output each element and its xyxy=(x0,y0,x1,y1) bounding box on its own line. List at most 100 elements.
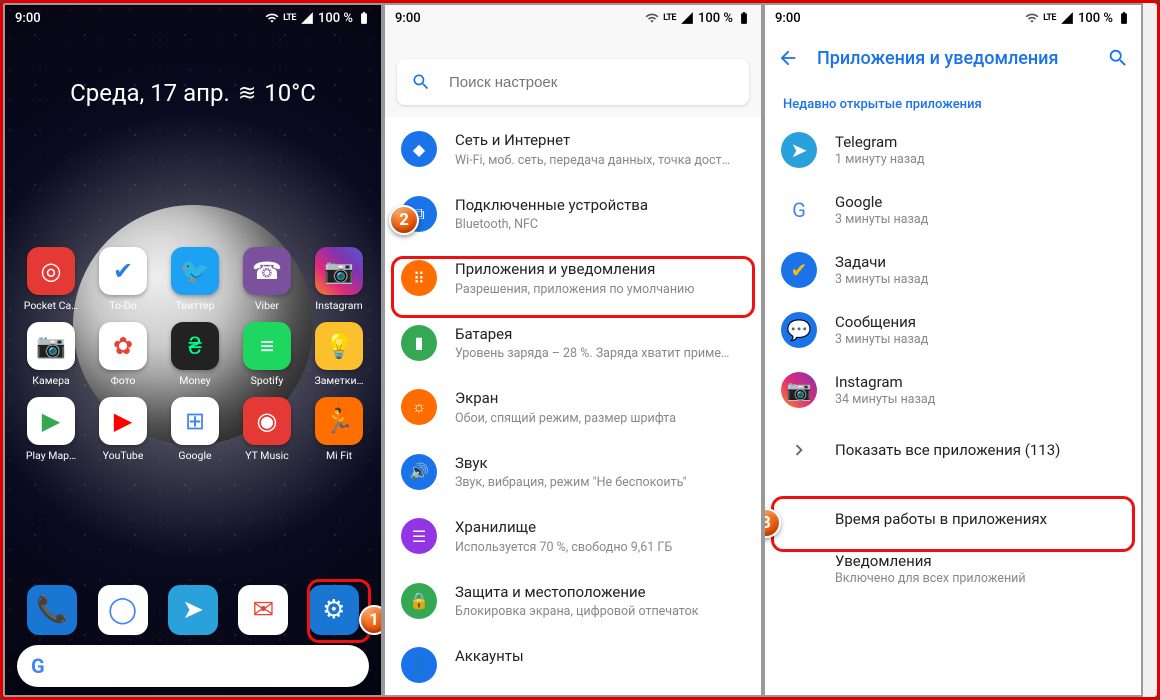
status-bar: 9:00 LTE 100 % xyxy=(5,5,381,31)
settings-search[interactable] xyxy=(397,59,749,105)
settings-row-connected[interactable]: ⧉ Подключенные устройстваBluetooth, NFC xyxy=(385,182,761,247)
settings-row-display[interactable]: ☼ ЭкранОбои, спящий режим, размер шрифта xyxy=(385,375,761,440)
row-title: Экран xyxy=(455,389,745,409)
app-spotify[interactable]: ≡Spotify xyxy=(233,322,301,387)
apps-icon: ⠿ xyxy=(401,260,437,296)
mifit-icon: 🏃 xyxy=(315,397,363,445)
app-subtitle: 3 минуты назад xyxy=(835,212,928,227)
section-recent: Недавно открытые приложения xyxy=(765,85,1141,120)
app-notes[interactable]: 💡Заметки… xyxy=(305,322,373,387)
app-instagram[interactable]: 📷Instagram xyxy=(305,247,373,312)
row-subtitle: Используется 70 %, свободно 9,61 ГБ xyxy=(455,540,745,555)
screen-time-row[interactable]: Время работы в приложениях xyxy=(765,498,1141,540)
settings-row-sound[interactable]: 🔊 ЗвукЗвук, вибрация, режим "Не беспокои… xyxy=(385,440,761,505)
page-title: Приложения и уведомления xyxy=(817,48,1089,69)
settings-search-input[interactable] xyxy=(449,74,735,91)
dock-gmail[interactable]: ✉ xyxy=(238,585,288,635)
status-bar: 9:00 LTE 100 % xyxy=(385,5,761,31)
home-date-weather[interactable]: Среда, 17 апр. ≋ 10°C xyxy=(5,31,381,107)
app-youtube[interactable]: ▶YouTube xyxy=(89,397,157,462)
youtube-icon: ▶ xyxy=(99,397,147,445)
row-title: Звук xyxy=(455,454,745,474)
app-ytmusic[interactable]: ◉YT Music xyxy=(233,397,301,462)
security-icon: 🔒 xyxy=(401,583,437,619)
status-time: 9:00 xyxy=(775,11,801,26)
back-icon[interactable] xyxy=(777,47,799,69)
notifications-row[interactable]: Уведомления Включено для всех приложений xyxy=(765,540,1141,598)
app-money[interactable]: ₴Money xyxy=(161,322,229,387)
recent-app-tasks[interactable]: ✔ Задачи3 минуты назад xyxy=(765,240,1141,300)
app-pocketcasts[interactable]: ◎Pocket Ca… xyxy=(17,247,85,312)
dock: 📞 ◯ ➤ ✉ ⚙ xyxy=(5,585,381,635)
row-title: Приложения и уведомления xyxy=(455,260,745,280)
recent-app-instagram[interactable]: 📷 Instagram34 минуты назад xyxy=(765,360,1141,420)
twitter-icon: 🐦 xyxy=(171,247,219,295)
search-icon[interactable] xyxy=(1107,47,1129,69)
app-twitter[interactable]: 🐦 Твиттер xyxy=(161,247,229,312)
spotify-icon: ≡ xyxy=(243,322,291,370)
chevron-right-icon xyxy=(781,432,817,468)
settings-row-security[interactable]: 🔒 Защита и местоположениеБлокировка экра… xyxy=(385,569,761,634)
app-playstore[interactable]: ▶Play Мар… xyxy=(17,397,85,462)
network-label: LTE xyxy=(283,13,296,23)
google-search-bar[interactable]: G ✦ xyxy=(17,645,369,687)
viber-icon: ☎ xyxy=(243,247,291,295)
app-mifit[interactable]: 🏃Mi Fit xyxy=(305,397,373,462)
google-logo: G xyxy=(31,654,45,678)
settings-row-storage[interactable]: ☰ Хранилище Используется 70 %, свободно 9… xyxy=(385,504,761,569)
show-all-apps[interactable]: Показать все приложения (113) xyxy=(765,420,1141,480)
wifi-icon xyxy=(645,11,659,25)
app-label: Заметки… xyxy=(314,374,363,387)
notifications-title: Уведомления xyxy=(835,552,1026,570)
row-subtitle: Звук, вибрация, режим "Не беспокоить" xyxy=(455,475,745,490)
playstore-icon: ▶ xyxy=(27,397,75,445)
battery-pct: 100 % xyxy=(318,11,353,26)
google-icon: G xyxy=(781,192,817,228)
dock-chrome[interactable]: ◯ xyxy=(98,585,148,635)
dock-settings[interactable]: ⚙ xyxy=(309,585,359,635)
app-photos[interactable]: ✿Фото xyxy=(89,322,157,387)
settings-row-battery[interactable]: ▮ БатареяУровень заряда – 28 %. Заряда х… xyxy=(385,311,761,376)
screen-apps-notifications: 9:00 LTE 100 % Приложения и уведомления … xyxy=(763,3,1143,697)
row-subtitle: Wi-Fi, моб. сеть, передача данных, точка… xyxy=(455,153,745,168)
google-folder-icon: ⊞ xyxy=(171,397,219,445)
app-viber[interactable]: ☎Viber xyxy=(233,247,301,312)
tutorial-composite: 9:00 LTE 100 % Среда, 17 апр. ≋ 10°C ◎Po… xyxy=(0,0,1160,700)
battery-icon: ▮ xyxy=(401,325,437,361)
row-title: Хранилище xyxy=(455,518,745,538)
storage-icon: ☰ xyxy=(401,518,437,554)
notifications-sub: Включено для всех приложений xyxy=(835,571,1026,586)
settings-row-network[interactable]: ◆ Сеть и ИнтернетWi-Fi, моб. сеть, перед… xyxy=(385,117,761,182)
dock-telegram[interactable]: ➤ xyxy=(168,585,218,635)
row-title: Защита и местоположение xyxy=(455,583,745,603)
dock-phone[interactable]: 📞 xyxy=(27,585,77,635)
app-label: YT Music xyxy=(245,449,288,462)
battery-icon xyxy=(357,11,371,25)
app-label: Камера xyxy=(32,374,69,387)
app-subtitle: 3 минуты назад xyxy=(835,272,928,287)
app-grid: ◎Pocket Ca… ✔ To-Do 🐦 Твиттер ☎Viber📷Instagra… xyxy=(5,227,381,462)
screen-settings-list: 9:00 LTE 100 % ◆ Сеть и ИнтернетWi-Fi, м… xyxy=(383,3,763,697)
row-subtitle: Блокировка экрана, цифровой отпечаток xyxy=(455,604,745,619)
app-label: Твиттер xyxy=(176,299,215,312)
weather-icon: ≋ xyxy=(238,81,256,106)
row-subtitle: Обои, спящий режим, размер шрифта xyxy=(455,411,745,426)
app-label: Pocket Ca… xyxy=(24,299,78,312)
recent-app-telegram[interactable]: ➤ Telegram1 минуту назад xyxy=(765,120,1141,180)
settings-row-apps[interactable]: ⠿ Приложения и уведомленияРазрешения, пр… xyxy=(385,246,761,311)
app-label: To-Do xyxy=(109,299,137,312)
todo-icon: ✔ xyxy=(99,247,147,295)
recent-app-google[interactable]: G Google3 минуты назад xyxy=(765,180,1141,240)
settings-row-accounts[interactable]: 👤 Аккаунты xyxy=(385,633,761,695)
app-subtitle: 34 минуты назад xyxy=(835,392,935,407)
status-time: 9:00 xyxy=(15,11,41,26)
recent-app-messages[interactable]: 💬 Сообщения3 минуты назад xyxy=(765,300,1141,360)
assistant-icon[interactable]: ✦ xyxy=(340,656,355,677)
app-todo[interactable]: ✔ To-Do xyxy=(89,247,157,312)
settings-list[interactable]: ◆ Сеть и ИнтернетWi-Fi, моб. сеть, перед… xyxy=(385,117,761,695)
app-camera[interactable]: 📷Камера xyxy=(17,322,85,387)
signal-icon xyxy=(1060,11,1074,25)
app-google-folder[interactable]: ⊞Google xyxy=(161,397,229,462)
app-title: Задачи xyxy=(835,253,928,271)
app-title: Сообщения xyxy=(835,313,928,331)
